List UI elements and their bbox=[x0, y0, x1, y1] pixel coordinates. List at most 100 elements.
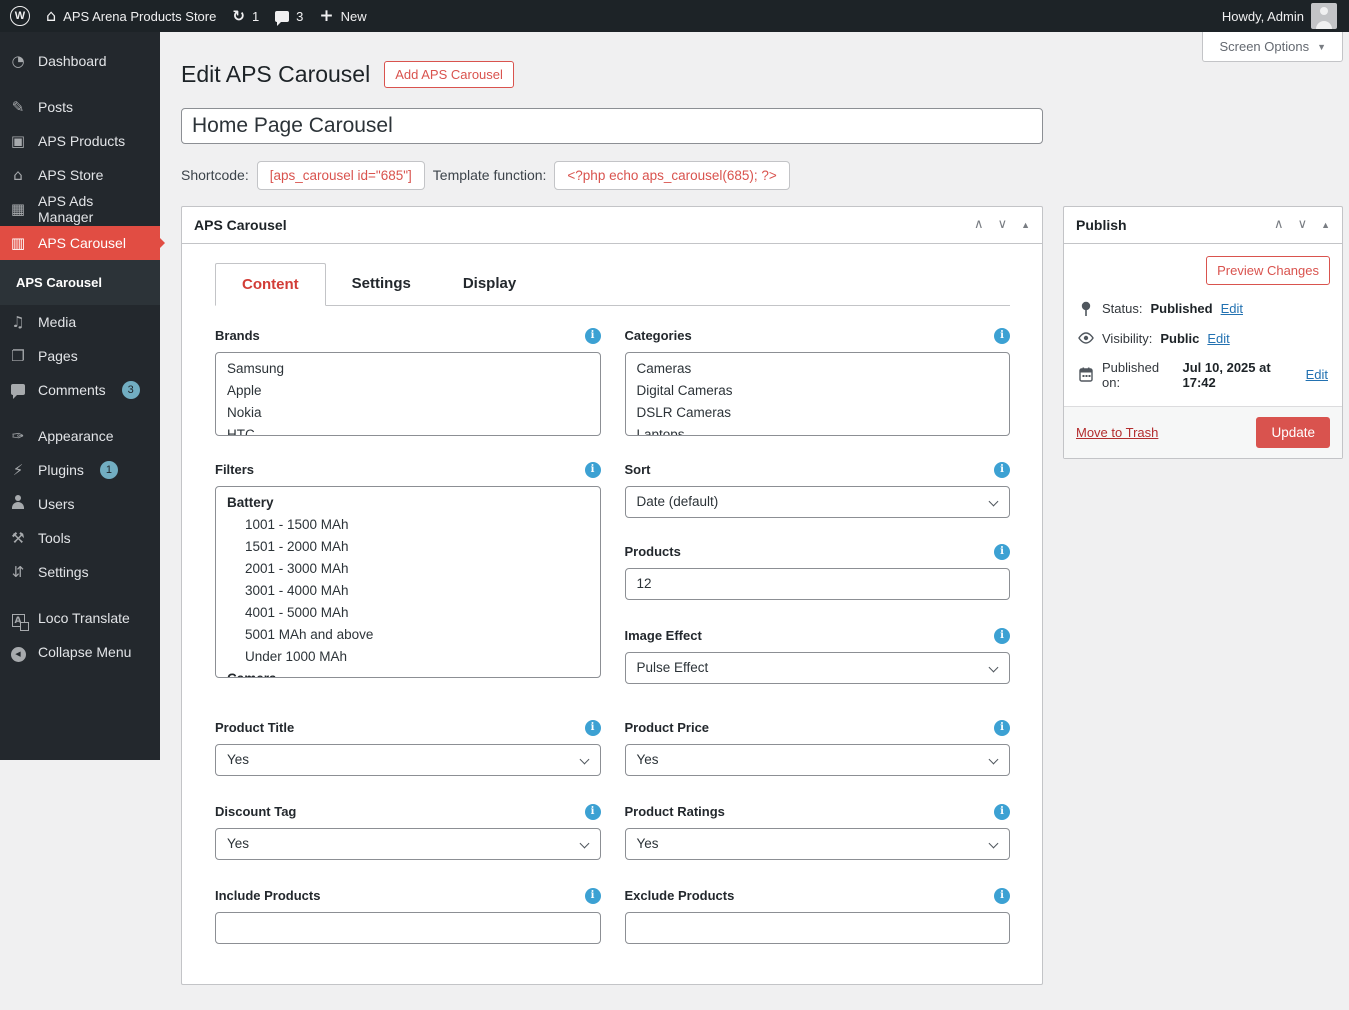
exclude-products-input[interactable] bbox=[624, 911, 1010, 944]
listbox-option[interactable]: 3001 - 4000 MAh bbox=[216, 580, 600, 602]
sidebar-item-users[interactable]: Users bbox=[0, 487, 160, 521]
product-ratings-label: Product Ratings bbox=[624, 804, 725, 820]
ads-manager-icon: ▦ bbox=[10, 200, 26, 218]
brands-listbox[interactable]: Samsung Apple Nokia HTC bbox=[215, 351, 601, 436]
sidebar-item-pages[interactable]: ❐ Pages bbox=[0, 339, 160, 373]
listbox-option[interactable]: Digital Cameras bbox=[626, 380, 1010, 402]
listbox-option[interactable]: Laptops bbox=[626, 424, 1010, 435]
updates-count: 1 bbox=[251, 8, 260, 24]
info-icon[interactable]: i bbox=[584, 461, 601, 478]
move-to-trash-link[interactable]: Move to Trash bbox=[1076, 425, 1158, 440]
filters-listbox[interactable]: Battery 1001 - 1500 MAh 1501 - 2000 MAh … bbox=[215, 485, 601, 678]
users-icon bbox=[8, 495, 28, 513]
tab-content[interactable]: Content bbox=[215, 262, 326, 306]
carousel-title-input[interactable] bbox=[181, 107, 1043, 144]
categories-label: Categories bbox=[624, 328, 692, 344]
listbox-option[interactable]: HTC bbox=[216, 424, 600, 435]
image-effect-select[interactable]: Pulse Effect bbox=[624, 651, 1010, 684]
info-icon[interactable]: i bbox=[994, 803, 1010, 820]
listbox-option[interactable]: 2001 - 3000 MAh bbox=[216, 558, 600, 580]
menu-separator bbox=[0, 78, 160, 90]
info-icon[interactable]: i bbox=[994, 327, 1010, 344]
sidebar-item-dashboard[interactable]: ◔ Dashboard bbox=[0, 44, 160, 78]
comments-link[interactable]: 3 bbox=[275, 9, 303, 26]
add-aps-carousel-button[interactable]: Add APS Carousel bbox=[384, 61, 514, 89]
submenu-item-aps-carousel[interactable]: APS Carousel bbox=[0, 267, 160, 298]
tab-display[interactable]: Display bbox=[437, 263, 542, 306]
account-menu[interactable]: Howdy, Admin bbox=[1222, 3, 1337, 29]
info-icon[interactable]: i bbox=[584, 887, 601, 904]
sort-select[interactable]: Date (default) bbox=[624, 485, 1010, 518]
sidebar-item-plugins[interactable]: ⚡ Plugins 1 bbox=[0, 453, 160, 487]
tab-settings[interactable]: Settings bbox=[326, 263, 437, 306]
publish-metabox: Publish ∧ ∨ ▲ Preview Changes Status: Pu… bbox=[1063, 205, 1343, 459]
carousel-icon: ▥ bbox=[10, 234, 26, 252]
template-function-value-box[interactable]: <?php echo aps_carousel(685); ?> bbox=[554, 160, 790, 190]
edit-status-link[interactable]: Edit bbox=[1221, 301, 1243, 316]
sidebar-item-aps-ads-manager[interactable]: ▦ APS Ads Manager bbox=[0, 192, 160, 226]
info-icon[interactable]: i bbox=[584, 327, 601, 344]
sidebar-item-aps-store[interactable]: ⌂ APS Store bbox=[0, 158, 160, 192]
settings-icon: ⇵ bbox=[11, 563, 25, 581]
toggle-panel-icon[interactable]: ▲ bbox=[1021, 220, 1030, 230]
info-icon[interactable]: i bbox=[994, 543, 1010, 560]
sidebar-item-settings[interactable]: ⇵ Settings bbox=[0, 555, 160, 589]
move-down-icon[interactable]: ∨ bbox=[998, 217, 1008, 232]
sidebar-item-appearance[interactable]: ✑ Appearance bbox=[0, 419, 160, 453]
dashboard-icon: ◔ bbox=[11, 52, 25, 70]
move-up-icon[interactable]: ∧ bbox=[974, 217, 984, 232]
sidebar-item-tools[interactable]: ⚒ Tools bbox=[0, 521, 160, 555]
edit-visibility-link[interactable]: Edit bbox=[1207, 331, 1229, 346]
toggle-panel-icon[interactable]: ▲ bbox=[1321, 220, 1330, 230]
sidebar-item-comments[interactable]: Comments 3 bbox=[0, 373, 160, 407]
plus-icon: + bbox=[319, 5, 334, 26]
info-icon[interactable]: i bbox=[994, 461, 1010, 478]
include-products-input[interactable] bbox=[215, 911, 601, 944]
admin-sidebar: ◔ Dashboard ✎ Posts ▣ APS Products ⌂ APS… bbox=[0, 32, 165, 760]
site-name-link[interactable]: ⌂ APS Arena Products Store bbox=[46, 8, 216, 24]
new-content-link[interactable]: + New bbox=[319, 5, 366, 26]
preview-changes-button[interactable]: Preview Changes bbox=[1206, 255, 1330, 285]
sidebar-item-loco-translate[interactable]: A Loco Translate bbox=[0, 601, 160, 635]
sidebar-item-aps-carousel[interactable]: ▥ APS Carousel bbox=[0, 226, 165, 260]
listbox-option[interactable]: 1001 - 1500 MAh bbox=[216, 514, 600, 536]
move-down-icon[interactable]: ∨ bbox=[1298, 217, 1308, 232]
info-icon[interactable]: i bbox=[994, 719, 1010, 736]
sidebar-item-posts[interactable]: ✎ Posts bbox=[0, 90, 160, 124]
publish-actions: Move to Trash Update bbox=[1064, 405, 1342, 458]
listbox-option[interactable]: Apple bbox=[216, 380, 600, 402]
discount-tag-select[interactable]: Yes bbox=[215, 827, 601, 860]
info-icon[interactable]: i bbox=[584, 803, 601, 820]
move-up-icon[interactable]: ∧ bbox=[1274, 217, 1284, 232]
shortcode-value-box[interactable]: [aps_carousel id="685"] bbox=[256, 160, 425, 190]
sidebar-item-aps-products[interactable]: ▣ APS Products bbox=[0, 124, 160, 158]
info-icon[interactable]: i bbox=[994, 887, 1010, 904]
listbox-option[interactable]: Nokia bbox=[216, 402, 600, 424]
listbox-option[interactable]: 5001 MAh and above bbox=[216, 624, 600, 646]
edit-published-link[interactable]: Edit bbox=[1306, 367, 1328, 382]
products-count-input[interactable] bbox=[624, 567, 1010, 600]
updates-link[interactable]: ↻ 1 bbox=[232, 8, 260, 24]
listbox-option[interactable]: DSLR Cameras bbox=[626, 402, 1010, 424]
listbox-option[interactable]: 4001 - 5000 MAh bbox=[216, 602, 600, 624]
info-icon[interactable]: i bbox=[994, 627, 1010, 644]
product-ratings-select[interactable]: Yes bbox=[624, 827, 1010, 860]
product-title-select[interactable]: Yes bbox=[215, 743, 601, 776]
wordpress-logo-menu[interactable]: W bbox=[10, 6, 30, 26]
sidebar-item-collapse-menu[interactable]: ◀ Collapse Menu bbox=[0, 635, 160, 669]
product-price-select[interactable]: Yes bbox=[624, 743, 1010, 776]
categories-listbox[interactable]: Cameras Digital Cameras DSLR Cameras Lap… bbox=[624, 351, 1010, 436]
chevron-down-icon bbox=[988, 838, 999, 849]
listbox-option[interactable]: Samsung bbox=[216, 358, 600, 380]
info-icon[interactable]: i bbox=[584, 719, 601, 736]
menu-separator bbox=[0, 589, 160, 601]
listbox-option[interactable]: 1501 - 2000 MAh bbox=[216, 536, 600, 558]
sidebar-item-label: Collapse Menu bbox=[38, 644, 132, 660]
comment-bubble-icon bbox=[275, 10, 290, 26]
screen-options-button[interactable]: Screen Options ▼ bbox=[1202, 32, 1343, 62]
update-button[interactable]: Update bbox=[1256, 416, 1330, 448]
product-ratings-selected-value: Yes bbox=[636, 836, 659, 852]
listbox-option[interactable]: Under 1000 MAh bbox=[216, 646, 600, 668]
sidebar-item-media[interactable]: ♫ Media bbox=[0, 305, 160, 339]
listbox-option[interactable]: Cameras bbox=[626, 358, 1010, 380]
